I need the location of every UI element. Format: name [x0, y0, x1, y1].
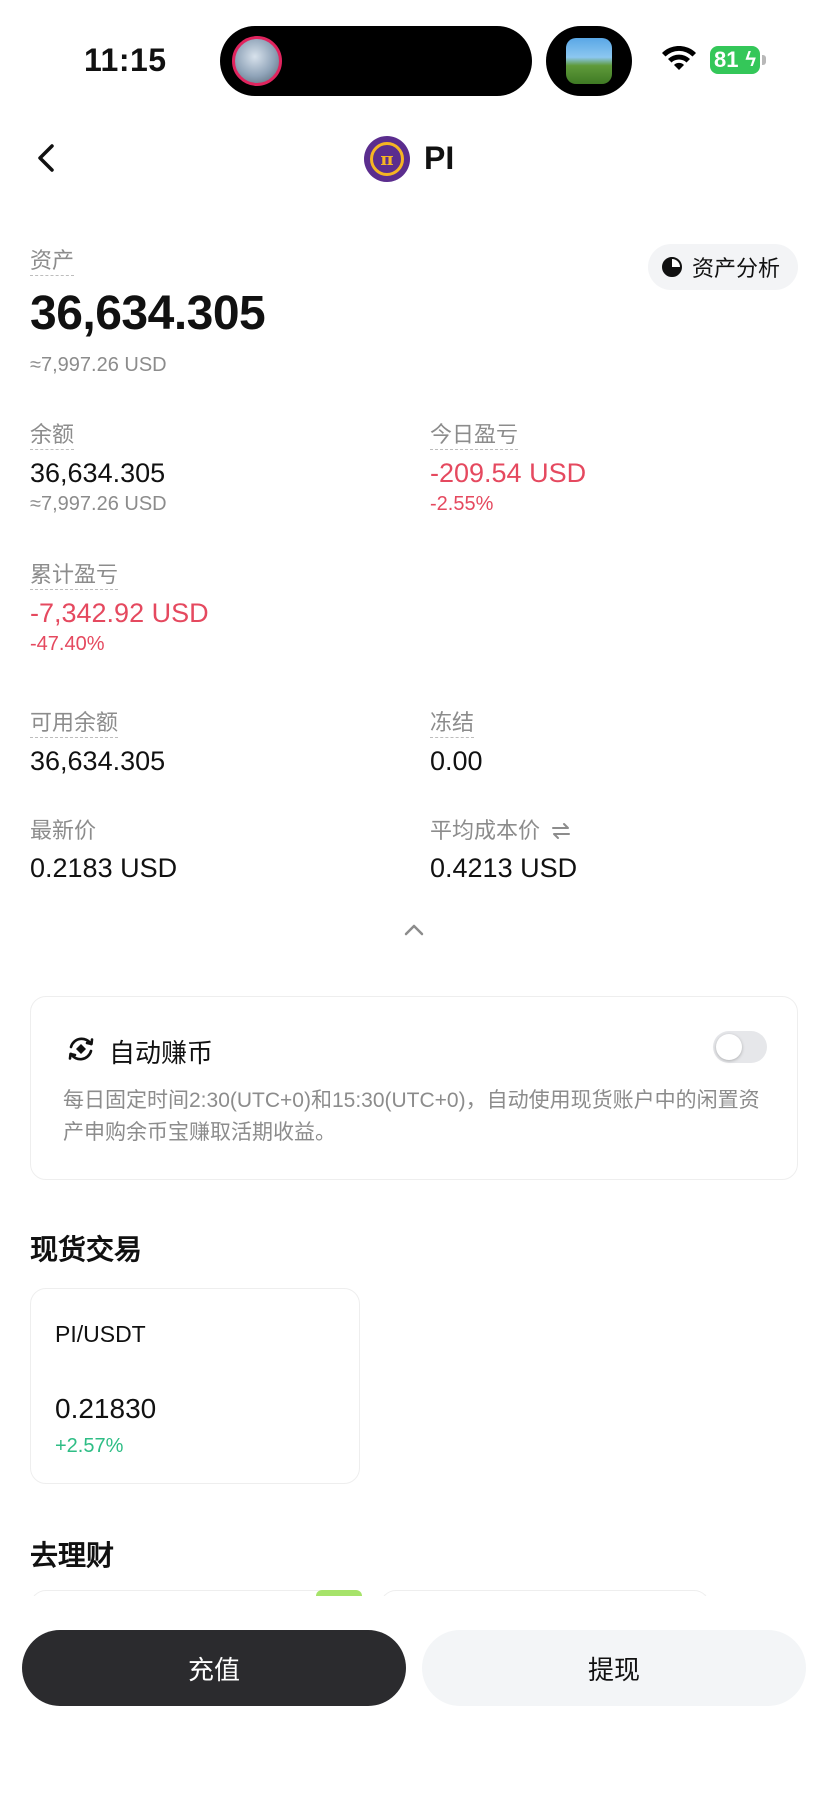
- frozen-field: 冻结 0.00: [430, 710, 483, 777]
- available-balance-value: 36,634.305: [30, 746, 166, 776]
- page-title: PI: [424, 140, 455, 176]
- pair-name: PI/USDT: [55, 1321, 146, 1347]
- today-pnl-value: -209.54 USD: [430, 458, 587, 488]
- frozen-label[interactable]: 冻结: [430, 710, 475, 738]
- spot-trading-title: 现货交易: [30, 1234, 143, 1265]
- total-pnl-label[interactable]: 累计盈亏: [30, 562, 119, 590]
- auto-earn-title: 自动赚币: [109, 1038, 214, 1068]
- back-arrow-icon[interactable]: [30, 138, 62, 178]
- withdraw-button[interactable]: 提现: [422, 1630, 806, 1706]
- asset-analysis-button[interactable]: 资产分析: [648, 244, 798, 290]
- auto-earn-description: 每日固定时间2:30(UTC+0)和15:30(UTC+0)，自动使用现货账户中…: [63, 1089, 760, 1144]
- dynamic-island-secondary[interactable]: [546, 26, 632, 96]
- asset-analysis-label: 资产分析: [692, 256, 781, 281]
- pi-symbol: π: [380, 148, 394, 170]
- total-pnl-field: 累计盈亏 -7,342.92 USD -47.40%: [30, 562, 209, 656]
- asset-value: 36,634.305: [30, 287, 266, 340]
- pie-chart-icon: [662, 257, 682, 277]
- chevron-up-icon[interactable]: [402, 920, 426, 940]
- avg-cost-field: 平均成本价 0.4213 USD: [430, 818, 577, 884]
- auto-earn-icon: [68, 1037, 94, 1061]
- pi-coin-icon: π: [364, 136, 410, 182]
- battery-level: 81: [714, 47, 739, 72]
- live-activity-avatar: [232, 36, 282, 86]
- balance-field: 余额 36,634.305 ≈7,997.26 USD: [30, 422, 167, 516]
- status-bar: 11:15 81 ϟ: [0, 0, 828, 110]
- avg-cost-label: 平均成本价: [430, 818, 541, 843]
- today-pnl-label[interactable]: 今日盈亏: [430, 422, 519, 450]
- available-balance-label[interactable]: 可用余额: [30, 710, 119, 738]
- balance-value: 36,634.305: [30, 458, 166, 488]
- latest-price-field: 最新价 0.2183 USD: [30, 818, 177, 884]
- asset-label[interactable]: 资产: [30, 248, 75, 276]
- dynamic-island[interactable]: [220, 26, 532, 96]
- pair-change: +2.57%: [55, 1435, 124, 1457]
- deposit-button[interactable]: 充值: [22, 1630, 406, 1706]
- balance-usd-value: ≈7,997.26 USD: [30, 493, 167, 515]
- latest-price-value: 0.2183 USD: [30, 853, 178, 883]
- finance-title: 去理财: [30, 1540, 115, 1571]
- available-balance-field: 可用余额 36,634.305: [30, 710, 165, 777]
- total-pnl-percent: -47.40%: [30, 633, 105, 655]
- latest-price-label: 最新价: [30, 818, 97, 843]
- total-pnl-value: -7,342.92 USD: [30, 598, 209, 628]
- charging-bolt-icon: ϟ: [745, 49, 756, 71]
- today-pnl-percent: -2.55%: [430, 493, 494, 515]
- status-time: 11:15: [84, 42, 167, 78]
- toggle-knob: [716, 1034, 742, 1060]
- today-pnl-field: 今日盈亏 -209.54 USD -2.55%: [430, 422, 586, 516]
- trading-pair-card[interactable]: PI/USDT 0.21830 +2.57%: [30, 1288, 360, 1484]
- pair-price: 0.21830: [55, 1393, 157, 1424]
- auto-earn-toggle[interactable]: [713, 1031, 767, 1063]
- swap-icon[interactable]: [550, 821, 572, 841]
- wifi-icon: [662, 46, 696, 70]
- balance-label[interactable]: 余额: [30, 422, 75, 450]
- live-activity-thumbnail: [566, 38, 612, 84]
- battery-icon: 81 ϟ: [710, 46, 760, 74]
- auto-earn-card: 自动赚币 每日固定时间2:30(UTC+0)和15:30(UTC+0)，自动使用…: [30, 996, 798, 1180]
- frozen-value: 0.00: [430, 746, 483, 776]
- avg-cost-value: 0.4213 USD: [430, 853, 578, 883]
- battery-tip: [762, 55, 766, 65]
- asset-usd-value: ≈7,997.26 USD: [30, 354, 167, 376]
